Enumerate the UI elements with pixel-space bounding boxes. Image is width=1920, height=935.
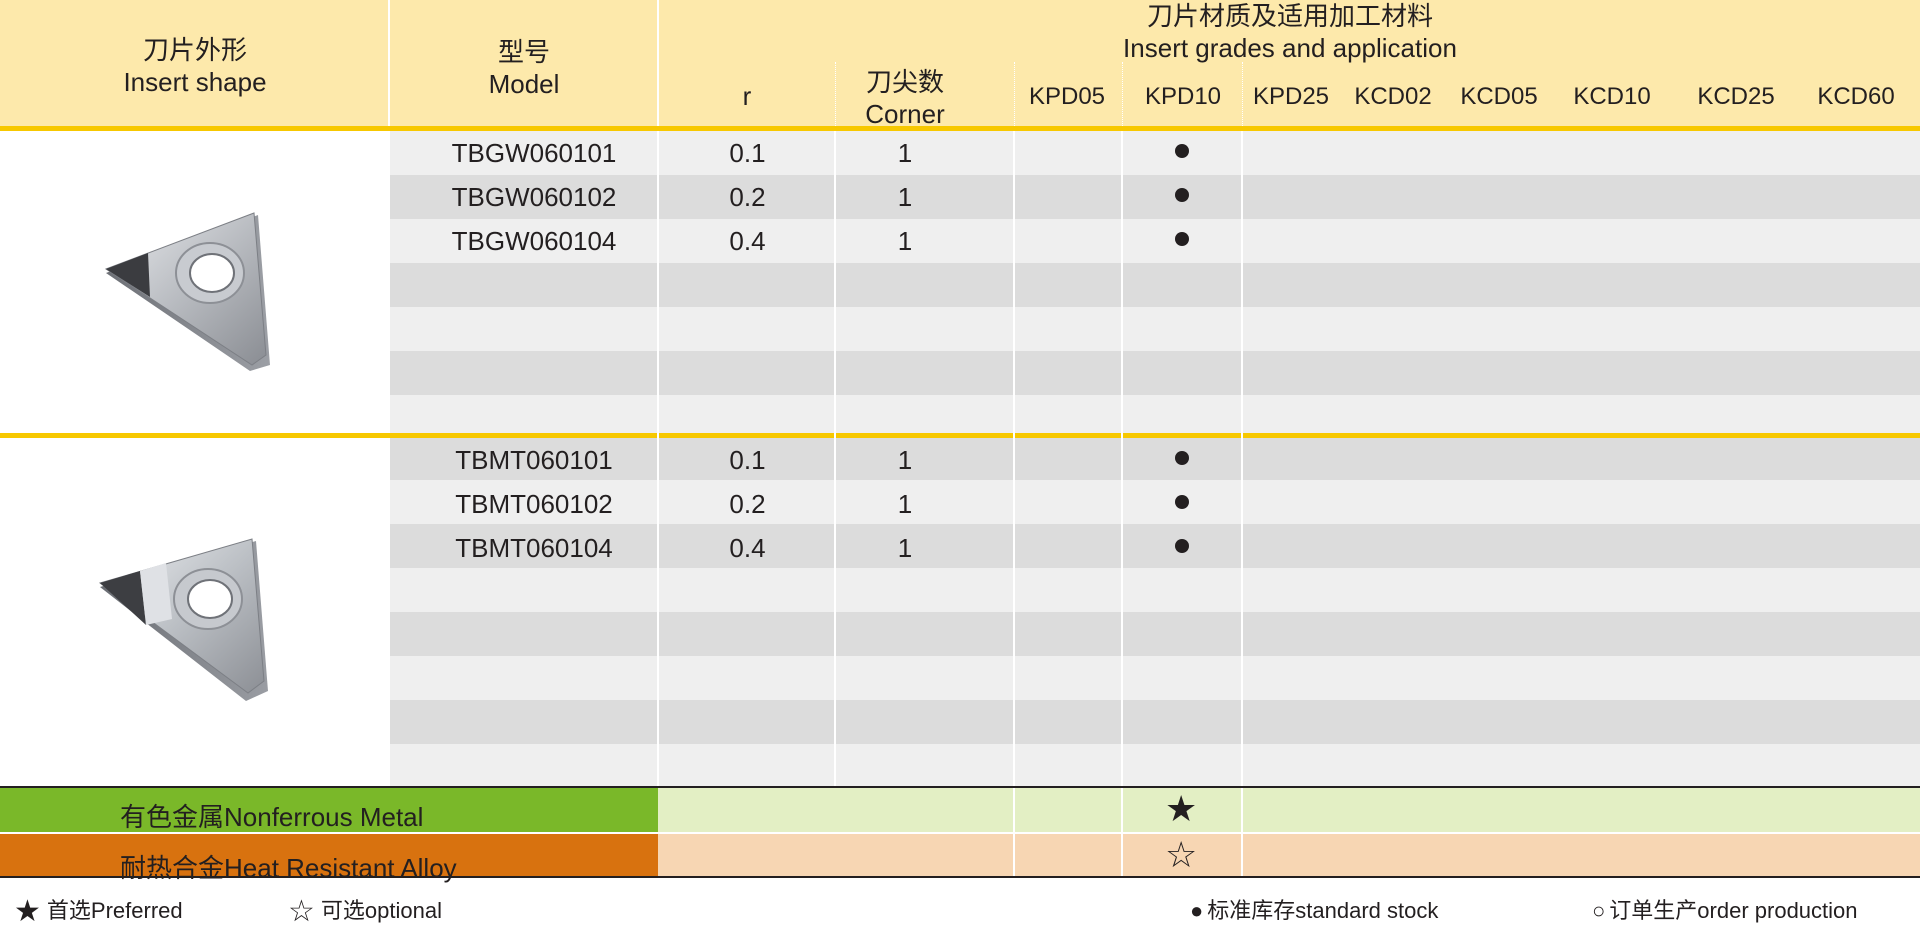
corner-cell: 1 — [897, 533, 913, 563]
column-divider — [657, 131, 659, 786]
r-cell: 0.2 — [729, 489, 766, 519]
table-row — [390, 612, 1920, 656]
grade-label: KPD05 — [1028, 83, 1106, 110]
preferred-star-icon: ★ — [1165, 788, 1198, 829]
column-divider — [1013, 788, 1015, 878]
application-tint — [658, 788, 1920, 832]
grade-label: KCD10 — [1573, 83, 1651, 110]
model-cell: TBGW060104 — [451, 226, 617, 256]
model-header-cn: 型号 — [497, 37, 550, 67]
model-header: 型号 Model — [424, 36, 624, 100]
legend-stock: ● 标准库存standard stock — [1190, 893, 1438, 925]
application-row-heat-resistant: 耐热合金Heat Resistant Alloy ☆ — [0, 834, 1920, 883]
corner-cell: 1 — [897, 489, 913, 519]
shape-header-en: Insert shape — [123, 67, 267, 97]
shape-header-cn: 刀片外形 — [142, 35, 247, 65]
corner-header-cn: 刀尖数 — [865, 67, 944, 97]
stock-marker — [1175, 144, 1189, 158]
legend-preferred: ★ 首选Preferred — [14, 893, 183, 929]
column-divider — [1121, 131, 1123, 786]
grade-label: KCD25 — [1697, 83, 1775, 110]
stock-marker — [1175, 451, 1189, 465]
table-row — [390, 263, 1920, 307]
optional-star-icon: ☆ — [1165, 834, 1198, 875]
grade-label: KCD02 — [1354, 83, 1432, 110]
model-cell: TBMT060104 — [455, 533, 613, 563]
filled-dot-icon: ● — [1190, 898, 1204, 923]
table-row — [390, 307, 1920, 351]
legend-preferred-text: 首选Preferred — [46, 898, 183, 923]
stock-marker — [1175, 495, 1189, 509]
legend-stock-text: 标准库存standard stock — [1207, 898, 1439, 923]
header-divider — [1014, 62, 1015, 126]
corner-cell: 1 — [897, 138, 913, 168]
model-cell: TBMT060102 — [455, 489, 613, 519]
application-label: 有色金属Nonferrous Metal — [120, 802, 424, 832]
header-divider — [388, 0, 390, 126]
application-tint — [658, 834, 1920, 878]
shape-header: 刀片外形 Insert shape — [95, 34, 295, 98]
table-row — [390, 395, 1920, 433]
r-cell: 0.1 — [729, 138, 766, 168]
column-divider — [1013, 131, 1015, 786]
table-row — [390, 568, 1920, 612]
grades-header-cn: 刀片材质及适用加工材料 — [1146, 1, 1433, 31]
stock-marker — [1175, 539, 1189, 553]
legend-order: ○ 订单生产order production — [1592, 893, 1858, 925]
legend-optional-text: 可选optional — [320, 898, 442, 923]
legend-order-text: 订单生产order production — [1609, 898, 1858, 923]
table-row — [390, 700, 1920, 744]
column-divider — [1241, 131, 1243, 786]
table-row — [390, 744, 1920, 786]
header-divider — [1122, 62, 1123, 126]
stock-marker — [1175, 232, 1189, 246]
r-cell: 0.2 — [729, 182, 766, 212]
table-row — [390, 351, 1920, 395]
triangular-insert-tbgw-icon — [104, 212, 270, 371]
grade-label: KCD60 — [1817, 83, 1895, 110]
r-cell: 0.1 — [729, 445, 766, 475]
filled-star-icon: ★ — [14, 895, 41, 928]
hollow-dot-icon: ○ — [1592, 898, 1606, 923]
column-divider — [834, 131, 836, 786]
corner-cell: 1 — [897, 445, 913, 475]
stock-marker — [1175, 188, 1189, 202]
grade-label: KPD25 — [1252, 83, 1330, 110]
outline-star-icon: ☆ — [288, 895, 315, 928]
grade-label: KCD05 — [1460, 83, 1538, 110]
column-divider — [1121, 788, 1123, 878]
grade-label: KPD10 — [1144, 83, 1222, 110]
column-divider — [1241, 788, 1243, 878]
corner-header: 刀尖数 Corner — [825, 66, 985, 130]
corner-cell: 1 — [897, 226, 913, 256]
insert-catalog-page: 刀片外形 Insert shape 型号 Model 刀片材质及适用加工材料 I… — [0, 0, 1920, 935]
application-label: 耐热合金Heat Resistant Alloy — [120, 853, 457, 883]
r-cell: 0.4 — [729, 226, 766, 256]
r-cell: 0.4 — [729, 533, 766, 563]
grades-header-en: Insert grades and application — [1123, 33, 1457, 63]
corner-cell: 1 — [897, 182, 913, 212]
model-cell: TBGW060101 — [451, 138, 617, 168]
table-row — [390, 656, 1920, 700]
application-row-nonferrous: 有色金属Nonferrous Metal ★ — [0, 788, 1920, 832]
model-header-en: Model — [488, 69, 560, 99]
model-cell: TBGW060102 — [451, 182, 617, 212]
model-cell: TBMT060101 — [455, 445, 613, 475]
grades-header: 刀片材质及适用加工材料 Insert grades and applicatio… — [1040, 0, 1540, 64]
legend-optional: ☆ 可选optional — [288, 893, 442, 929]
r-header: r — [742, 81, 752, 111]
header-divider — [657, 0, 659, 126]
triangular-insert-tbmt-icon — [98, 538, 268, 701]
divider — [0, 876, 1920, 878]
